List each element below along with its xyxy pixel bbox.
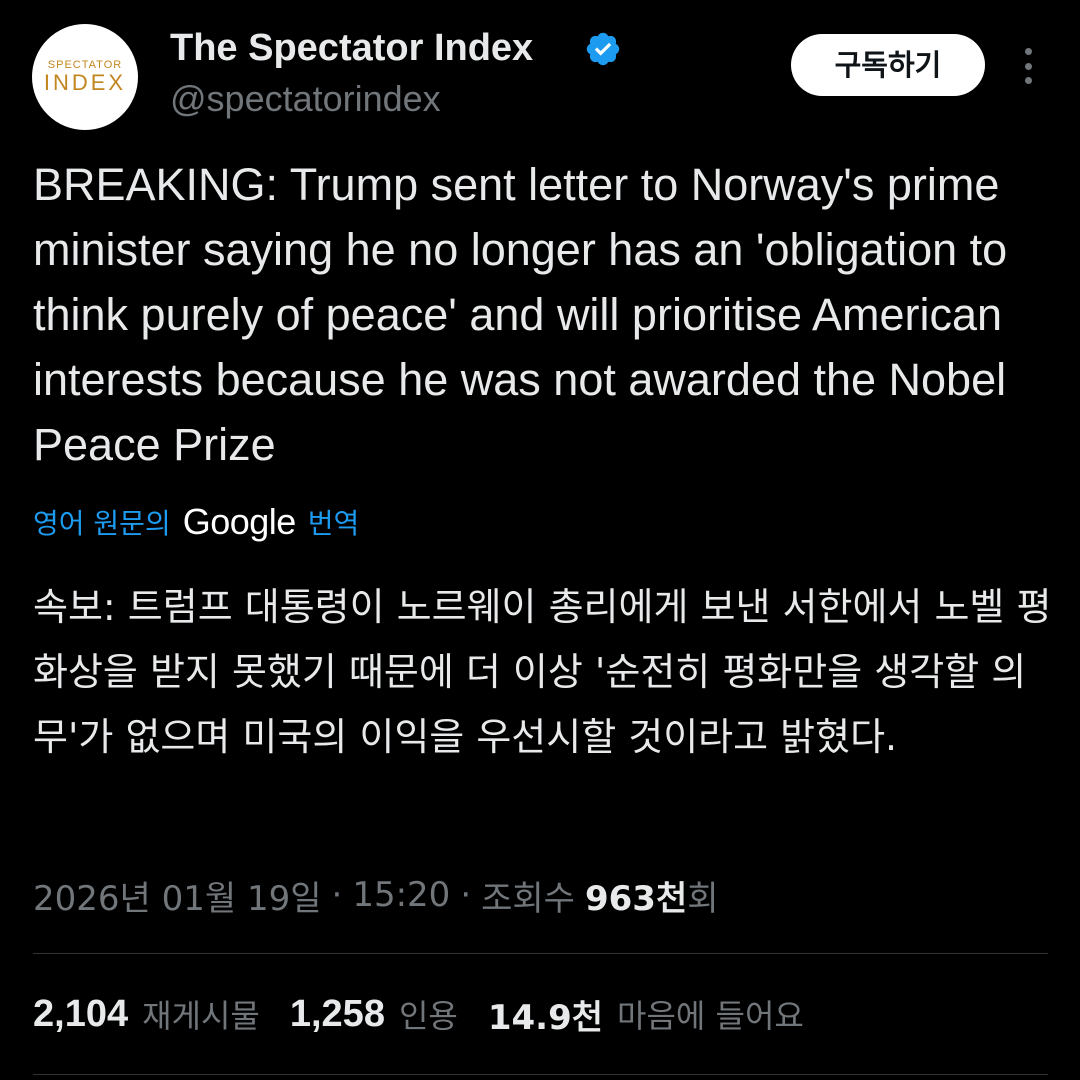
tweet-date[interactable]: 2026년 01월 19일 — [33, 871, 322, 920]
meta-separator: · — [331, 875, 343, 915]
google-logo: Google — [182, 501, 297, 542]
avatar[interactable]: SPECTATOR INDEX — [32, 24, 138, 130]
quotes-stat[interactable]: 1,258 인용 — [290, 991, 458, 1037]
views-count[interactable]: 963천 — [585, 871, 687, 920]
reposts-label: 재게시물 — [142, 997, 260, 1035]
tweet-text: BREAKING: Trump sent letter to Norway's … — [33, 159, 1008, 470]
more-dot — [1024, 62, 1032, 70]
more-dot — [1024, 77, 1032, 84]
likes-stat[interactable]: 14.9천 마음에 들어요 — [488, 990, 804, 1039]
views-suffix: 회 — [687, 878, 719, 919]
verified-badge-icon[interactable] — [584, 30, 622, 68]
quotes-count: 1,258 — [289, 992, 385, 1035]
meta-separator: · — [460, 875, 472, 915]
display-name[interactable]: The Spectator Index — [170, 24, 533, 72]
divider-bottom — [33, 1074, 1048, 1075]
more-dot — [1024, 48, 1032, 55]
reposts-stat[interactable]: 2,104 재게시물 — [33, 991, 260, 1037]
reposts-count: 2,104 — [33, 992, 129, 1035]
divider — [33, 953, 1048, 954]
likes-label: 마음에 들어요 — [617, 997, 804, 1035]
subscribe-button[interactable]: 구독하기 — [791, 34, 985, 96]
quotes-label: 인용 — [398, 997, 458, 1035]
tweet-time[interactable]: 15:20 — [352, 875, 450, 915]
likes-count: 14.9천 — [487, 997, 604, 1038]
avatar-logo-line2: INDEX — [43, 70, 127, 95]
more-vertical-icon[interactable] — [1010, 44, 1046, 88]
translate-suffix: 번역 — [307, 507, 360, 540]
translation-attribution[interactable]: 영어 원문의 Google 번역 — [33, 498, 359, 546]
translate-prefix: 영어 원문의 — [33, 507, 171, 540]
user-handle[interactable]: @spectatorindex — [170, 76, 441, 122]
views-label: 조회수 — [481, 878, 575, 919]
tweet-metadata: 2026년 01월 19일 · 15:20 · 조회수 963천 회 — [33, 866, 719, 924]
translated-tweet-text: 속보: 트럼프 대통령이 노르웨이 총리에게 보낸 서한에서 노벨 평화상을 받… — [33, 585, 1052, 759]
engagement-stats: 2,104 재게시물 1,258 인용 14.9천 마음에 들어요 — [33, 986, 834, 1042]
tweet-header: SPECTATOR INDEX The Spectator Index @spe… — [0, 0, 1080, 150]
